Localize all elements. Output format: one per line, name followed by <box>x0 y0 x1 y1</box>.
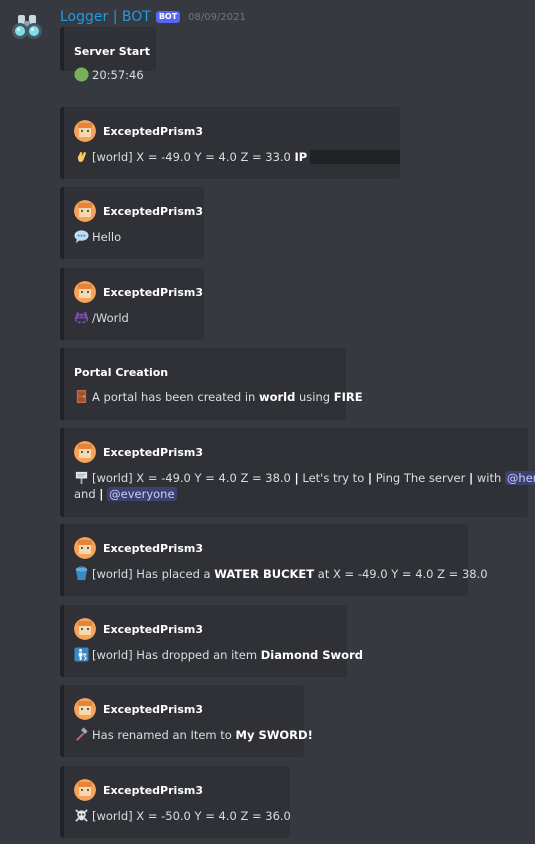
embed-command: ExceptedPrism3 /World <box>60 268 204 340</box>
coords-text: [world] X = -49.0 Y = 4.0 Z = 33.0 <box>92 150 295 164</box>
author-name[interactable]: ExceptedPrism3 <box>103 542 203 555</box>
embed-author: ExceptedPrism3 <box>74 779 203 801</box>
portal-text: A portal has been created in <box>92 390 259 404</box>
embed-title: Server Start <box>74 45 150 58</box>
water-bucket-icon <box>75 566 88 581</box>
embed-server-start: Server Start 20:57:46 <box>60 27 156 82</box>
server-start-time: 20:57:46 <box>92 68 144 82</box>
embed-description: A portal has been created in world using… <box>74 389 363 405</box>
embed-description-line2: and | @everyone <box>74 486 177 502</box>
author-name[interactable]: ExceptedPrism3 <box>103 205 203 218</box>
signpost-icon <box>75 471 88 485</box>
author-name[interactable]: ExceptedPrism3 <box>103 446 203 459</box>
embed-description: [world] X = -50.0 Y = 4.0 Z = 36.0 <box>74 808 291 824</box>
embed-item-rename: ExceptedPrism3 Has renamed an Item to My… <box>60 685 313 757</box>
bucket-coords: at X = -49.0 Y = 4.0 Z = 38.0 <box>314 567 488 581</box>
command-text: /World <box>92 311 129 325</box>
player-head-icon <box>74 120 96 142</box>
player-head-icon <box>74 200 96 222</box>
embed-portal-creation: Portal Creation A portal has been create… <box>60 348 363 420</box>
embed-join: ExceptedPrism3 [world] X = -49.0 Y = 4.0… <box>60 107 401 179</box>
embed-description: [world] Has dropped an item Diamond Swor… <box>74 647 363 663</box>
skull-crossbones-icon <box>75 809 88 822</box>
embed-description: Hello <box>74 229 121 245</box>
redacted-ip <box>310 150 401 164</box>
player-head-icon <box>74 779 96 801</box>
speech-bubble-icon <box>74 230 89 244</box>
embed-description: /World <box>74 310 129 326</box>
bucket-item: WATER BUCKET <box>214 567 315 581</box>
portal-world: world <box>258 390 296 404</box>
chat-text: Hello <box>92 230 122 244</box>
drop-text: [world] Has dropped an item <box>92 648 261 662</box>
portal-text-mid: using <box>295 390 334 404</box>
embed-death: ExceptedPrism3 [world] X = -50.0 Y = 4.0… <box>60 766 291 838</box>
embed-chat-hello: ExceptedPrism3 Hello <box>60 187 204 259</box>
ping-text-c: Ping The server <box>372 471 469 485</box>
message: Logger | BOT BOT 08/09/2021 Server Start… <box>0 0 535 844</box>
person-drop-icon <box>74 647 89 662</box>
message-header: Logger | BOT BOT 08/09/2021 <box>60 8 246 26</box>
ping-text-e: and <box>74 487 100 501</box>
green-circle-icon <box>74 67 89 82</box>
rename-text: Has renamed an Item to <box>92 728 236 742</box>
ping-text-b: Let's try to <box>298 471 368 485</box>
embed-author: ExceptedPrism3 <box>74 441 203 463</box>
author-name[interactable]: ExceptedPrism3 <box>103 125 203 138</box>
embed-description: [world] Has placed a WATER BUCKET at X =… <box>74 566 488 582</box>
timestamp: 08/09/2021 <box>188 11 246 23</box>
embed-author: ExceptedPrism3 <box>74 698 203 720</box>
player-head-icon <box>74 618 96 640</box>
embed-bucket-place: ExceptedPrism3 [world] Has placed a WATE… <box>60 524 488 596</box>
ip-label: IP <box>294 150 308 164</box>
drop-item: Diamond Sword <box>260 648 363 662</box>
rename-value: My SWORD! <box>235 728 313 742</box>
player-head-icon <box>74 537 96 559</box>
mention-here[interactable]: @here <box>504 471 535 485</box>
author-name[interactable]: ExceptedPrism3 <box>103 784 203 797</box>
author-name[interactable]: ExceptedPrism3 <box>103 286 203 299</box>
embed-description: 20:57:46 <box>74 67 144 83</box>
ping-text-d: with <box>473 471 505 485</box>
space-invader-icon <box>74 311 89 324</box>
embed-author: ExceptedPrism3 <box>74 281 203 303</box>
bot-avatar[interactable] <box>9 9 45 45</box>
waving-hand-icon <box>77 151 87 162</box>
binoculars-icon <box>12 15 42 39</box>
embed-author: ExceptedPrism3 <box>74 200 203 222</box>
hammer-icon <box>76 727 88 741</box>
embed-description: [world] X = -49.0 Y = 4.0 Z = 33.0 IP <box>74 149 401 165</box>
embed-title: Portal Creation <box>74 366 169 379</box>
ping-text-a: [world] X = -49.0 Y = 4.0 Z = 38.0 <box>92 471 295 485</box>
player-head-icon <box>74 441 96 463</box>
separator: | <box>99 487 104 501</box>
embed-item-drop: ExceptedPrism3 [world] Has dropped an it… <box>60 605 363 677</box>
embed-description-line1: [world] X = -49.0 Y = 4.0 Z = 38.0 | Let… <box>74 470 535 486</box>
bot-badge: BOT <box>155 11 181 23</box>
author-name[interactable]: ExceptedPrism3 <box>103 703 203 716</box>
door-icon <box>76 389 87 404</box>
portal-cause: FIRE <box>333 390 363 404</box>
embed-chat-ping: ExceptedPrism3 [world] X = -49.0 Y = 4.0… <box>60 428 535 517</box>
embed-author: ExceptedPrism3 <box>74 537 203 559</box>
player-head-icon <box>74 281 96 303</box>
username[interactable]: Logger | BOT <box>60 9 151 25</box>
embed-author: ExceptedPrism3 <box>74 618 203 640</box>
author-name[interactable]: ExceptedPrism3 <box>103 623 203 636</box>
embed-author: ExceptedPrism3 <box>74 120 203 142</box>
bucket-text: [world] Has placed a <box>92 567 215 581</box>
player-head-icon <box>74 698 96 720</box>
mention-everyone[interactable]: @everyone <box>107 487 177 501</box>
death-coords: [world] X = -50.0 Y = 4.0 Z = 36.0 <box>92 809 291 823</box>
embed-description: Has renamed an Item to My SWORD! <box>74 727 313 743</box>
